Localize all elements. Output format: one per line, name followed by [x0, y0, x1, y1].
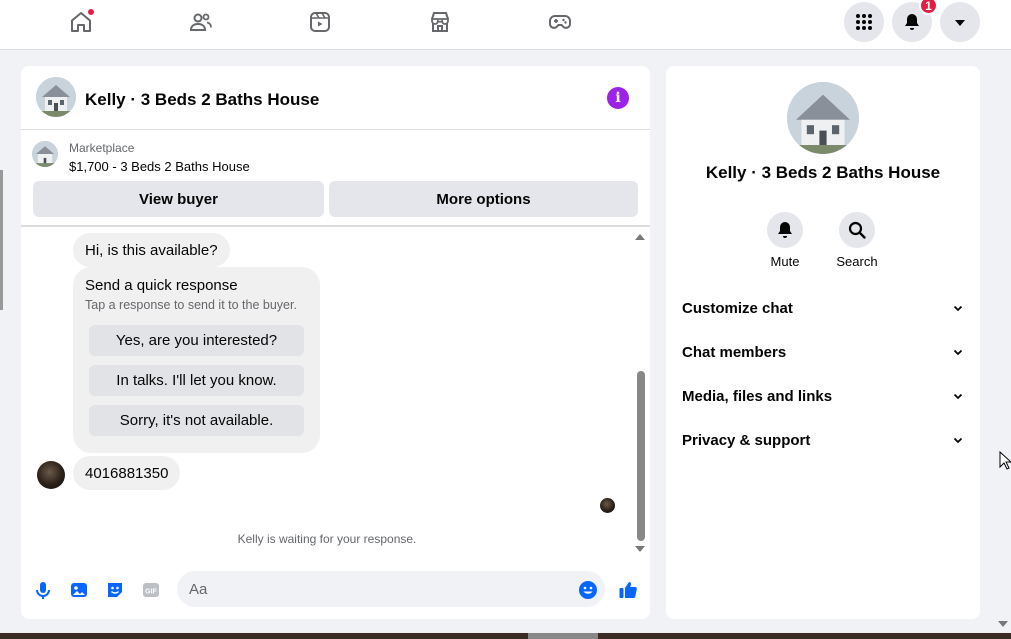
gaming-tab[interactable] — [540, 6, 580, 38]
message-input[interactable] — [177, 571, 605, 607]
taskbar-segment — [528, 633, 598, 639]
sender-avatar[interactable] — [37, 461, 65, 489]
caret-down-icon — [955, 20, 965, 26]
quick-response-yes[interactable]: Yes, are you interested? — [89, 325, 304, 356]
mic-icon — [36, 582, 50, 599]
home-unread-dot — [87, 8, 95, 16]
gaming-icon — [549, 15, 571, 29]
conversation-info-panel: Kelly · 3 Beds 2 Baths House Mute Search… — [666, 66, 980, 619]
privacy-support-section[interactable]: Privacy & support — [682, 426, 964, 454]
section-label: Chat members — [682, 343, 787, 361]
phone-message: 4016881350 — [73, 456, 181, 490]
listing-price: $1,700 - 3 Beds 2 Baths House — [69, 159, 250, 174]
scrollbar-thumb[interactable] — [637, 371, 645, 541]
quick-response-not-available[interactable]: Sorry, it's not available. — [89, 405, 304, 436]
voice-clip-button[interactable] — [32, 579, 54, 601]
notification-badge: 1 — [919, 0, 938, 15]
customize-chat-section[interactable]: Customize chat — [682, 294, 964, 322]
account-button[interactable] — [940, 2, 980, 42]
gif-label: GIF — [145, 589, 157, 596]
bell-icon — [905, 14, 919, 30]
scroll-down-arrow[interactable] — [635, 546, 645, 552]
sticker-icon — [108, 583, 122, 597]
scroll-up-arrow[interactable] — [635, 234, 645, 240]
left-scrollbar[interactable] — [0, 170, 3, 310]
marketplace-icon — [431, 12, 449, 32]
chevron-down-icon — [953, 437, 963, 444]
friends-icon — [189, 13, 212, 31]
home-tab[interactable] — [61, 6, 101, 38]
mute-action[interactable]: Mute — [755, 212, 815, 269]
message-list: Hi, is this available? Send a quick resp… — [21, 227, 650, 557]
video-tab[interactable] — [300, 6, 340, 38]
friends-tab[interactable] — [181, 6, 221, 38]
house-thumb — [32, 141, 58, 167]
house-photo-large — [787, 82, 859, 154]
video-icon — [310, 12, 330, 32]
waiting-status: Kelly is waiting for your response. — [237, 532, 417, 546]
panel-title: Kelly · 3 Beds 2 Baths House — [705, 163, 941, 182]
notifications-button[interactable]: 1 — [892, 0, 938, 42]
seen-receipt-avatar — [600, 498, 615, 513]
sticker-button[interactable] — [104, 579, 126, 601]
attach-photo-button[interactable] — [68, 579, 90, 601]
photo-icon — [71, 583, 87, 597]
section-label: Media, files and links — [682, 387, 833, 405]
like-button[interactable] — [617, 579, 639, 601]
gif-button[interactable]: GIF — [140, 579, 162, 601]
mouse-cursor-icon — [999, 451, 1011, 470]
mute-button[interactable] — [767, 212, 803, 248]
page-scroll-down-arrow[interactable] — [998, 621, 1008, 627]
media-files-links-section[interactable]: Media, files and links — [682, 382, 964, 410]
marketplace-listing[interactable]: Marketplace $1,700 - 3 Beds 2 Baths Hous… — [21, 131, 650, 181]
chat-window: Kelly · 3 Beds 2 Baths House i Marketpla… — [21, 66, 650, 619]
search-label: Search — [836, 254, 878, 269]
top-navigation: 1 — [0, 0, 1011, 50]
search-button[interactable] — [839, 212, 875, 248]
message-composer: GIF — [21, 567, 650, 613]
more-options-button[interactable]: More options — [329, 181, 638, 217]
info-icon[interactable]: i — [607, 87, 629, 109]
profile-avatar[interactable] — [787, 82, 859, 154]
view-buyer-button[interactable]: View buyer — [33, 181, 324, 217]
chat-members-section[interactable]: Chat members — [682, 338, 964, 366]
chat-title[interactable]: Kelly · 3 Beds 2 Baths House — [85, 90, 319, 110]
incoming-message: Hi, is this available? — [73, 233, 230, 267]
chat-header: Kelly · 3 Beds 2 Baths House i — [21, 66, 650, 130]
listing-avatar[interactable] — [36, 77, 76, 117]
marketplace-label: Marketplace — [69, 141, 135, 155]
emoji-button[interactable] — [577, 579, 599, 601]
listing-thumbnail — [32, 141, 58, 167]
search-icon — [848, 221, 866, 239]
quick-response-subtitle: Tap a response to send it to the buyer. — [85, 298, 297, 312]
mute-label: Mute — [770, 254, 800, 269]
taskbar-strip — [0, 633, 1011, 639]
chevron-down-icon — [953, 305, 963, 312]
chevron-down-icon — [953, 349, 963, 356]
emoji-icon — [579, 581, 597, 599]
quick-response-in-talks[interactable]: In talks. I'll let you know. — [89, 365, 304, 396]
bell-icon — [778, 222, 792, 238]
quick-response-title: Send a quick response — [85, 277, 238, 294]
menu-button[interactable] — [844, 2, 884, 42]
gif-icon: GIF — [143, 583, 159, 597]
house-photo — [36, 77, 76, 117]
search-action[interactable]: Search — [827, 212, 887, 269]
menu-grid-icon — [856, 14, 872, 30]
like-icon — [619, 582, 637, 598]
quick-response-card: Send a quick response Tap a response to … — [73, 267, 320, 453]
section-label: Privacy & support — [682, 431, 811, 449]
chevron-down-icon — [953, 393, 963, 400]
marketplace-tab[interactable] — [420, 6, 460, 38]
section-label: Customize chat — [682, 299, 793, 317]
